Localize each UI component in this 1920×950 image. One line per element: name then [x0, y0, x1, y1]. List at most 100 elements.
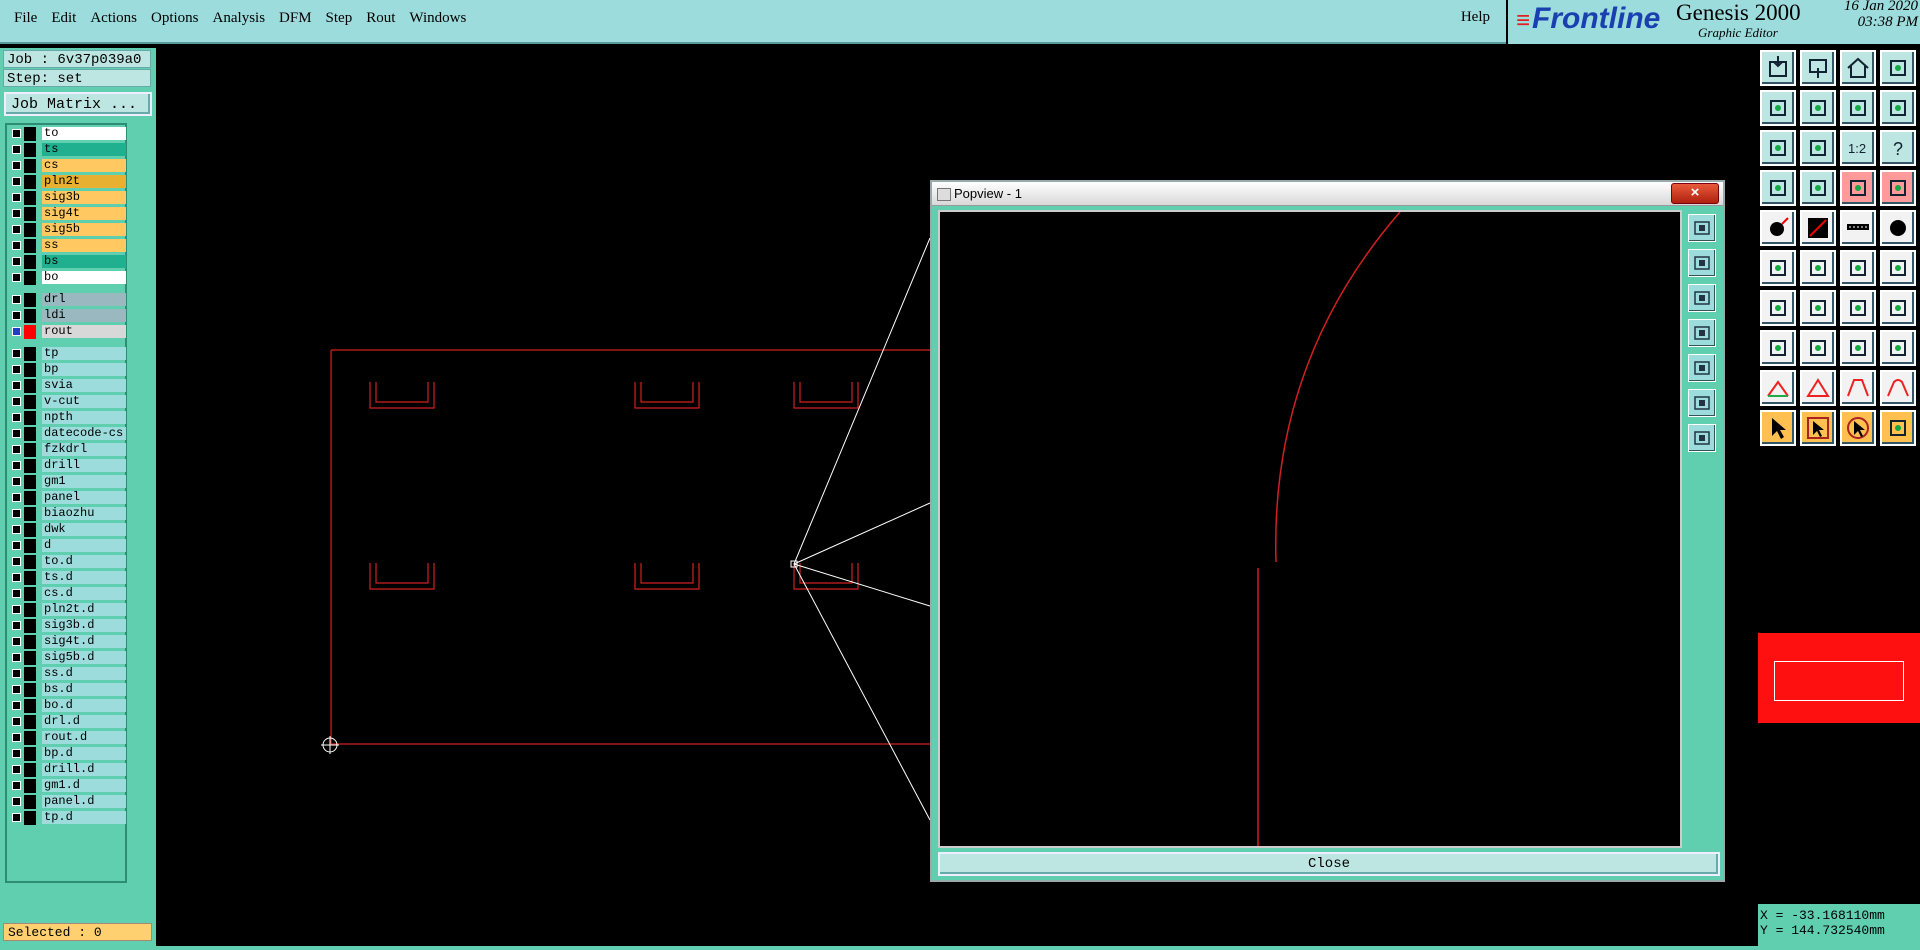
layer-checkbox[interactable] — [12, 429, 21, 438]
layer-row[interactable]: ldi — [9, 309, 126, 323]
layer-name[interactable]: bp.d — [42, 747, 126, 760]
layer-checkbox[interactable] — [12, 701, 21, 710]
layer-checkbox[interactable] — [12, 225, 21, 234]
layer-checkbox[interactable] — [12, 161, 21, 170]
layer-checkbox[interactable] — [12, 525, 21, 534]
layer-color-swatch[interactable] — [24, 379, 36, 393]
layer-color-swatch[interactable] — [24, 175, 36, 189]
layer-checkbox[interactable] — [12, 573, 21, 582]
add-pad-icon[interactable] — [1760, 210, 1796, 246]
layer-name[interactable]: panel — [42, 491, 126, 504]
layer-row[interactable]: d — [9, 539, 126, 553]
layer-checkbox[interactable] — [12, 349, 21, 358]
layer-color-swatch[interactable] — [24, 667, 36, 681]
add-line-icon[interactable] — [1800, 210, 1836, 246]
layer-checkbox[interactable] — [12, 781, 21, 790]
layer-row[interactable]: drl.d — [9, 715, 126, 729]
layer-row[interactable]: tp.d — [9, 811, 126, 825]
layer-name[interactable]: bs.d — [42, 683, 126, 696]
layer-row[interactable]: to — [9, 127, 126, 141]
layer-name[interactable]: ldi — [42, 309, 126, 322]
move-left-icon[interactable] — [1760, 90, 1796, 126]
layer-name[interactable]: bo — [42, 271, 126, 284]
job-matrix-button[interactable]: Job Matrix ... — [4, 92, 152, 116]
layer-row[interactable]: gm1 — [9, 475, 126, 489]
layer-row[interactable]: datecode-cs — [9, 427, 126, 441]
layer-row[interactable]: ts.d — [9, 571, 126, 585]
layer-name[interactable]: dwk — [42, 523, 126, 536]
layer-color-swatch[interactable] — [24, 271, 36, 285]
layer-name[interactable]: v-cut — [42, 395, 126, 408]
layer-checkbox[interactable] — [12, 589, 21, 598]
layer-color-swatch[interactable] — [24, 239, 36, 253]
layer-name[interactable]: to — [42, 127, 126, 140]
layer-checkbox[interactable] — [12, 733, 21, 742]
layer-checkbox[interactable] — [12, 311, 21, 320]
menu-actions[interactable]: Actions — [90, 10, 137, 27]
measure-icon[interactable] — [1760, 170, 1796, 206]
layer-name[interactable]: drill.d — [42, 763, 126, 776]
layer-row[interactable]: biaozhu — [9, 507, 126, 521]
menu-file[interactable]: File — [14, 10, 37, 27]
draw-line-icon[interactable] — [1760, 290, 1796, 326]
layer-name[interactable]: sig4t — [42, 207, 126, 220]
layer-color-swatch[interactable] — [24, 207, 36, 221]
layer-color-swatch[interactable] — [24, 491, 36, 505]
popview-title-bar[interactable]: Popview - 1 — [932, 182, 1723, 206]
layer-color-swatch[interactable] — [24, 683, 36, 697]
snap-icon[interactable] — [1840, 330, 1876, 366]
mirror-icon[interactable] — [1880, 90, 1916, 126]
menu-step[interactable]: Step — [326, 10, 353, 27]
layer-row[interactable]: fzkdrl — [9, 443, 126, 457]
layer-row[interactable]: svia — [9, 379, 126, 393]
layer-color-swatch[interactable] — [24, 347, 36, 361]
draw-diag-icon[interactable] — [1800, 290, 1836, 326]
layer-checkbox[interactable] — [12, 209, 21, 218]
layer-row[interactable]: panel — [9, 491, 126, 505]
popview-window[interactable]: Popview - 1 × Close — [930, 180, 1725, 882]
close-window-button[interactable]: × — [1671, 183, 1719, 204]
zoom-out-icon[interactable] — [1688, 284, 1716, 312]
layer-color-swatch[interactable] — [24, 309, 36, 323]
layer-name[interactable]: ss — [42, 239, 126, 252]
layer-row[interactable]: sig3b.d — [9, 619, 126, 633]
text-icon[interactable] — [1880, 290, 1916, 326]
layer-row[interactable]: sig3b — [9, 191, 126, 205]
home-icon[interactable] — [1840, 50, 1876, 86]
menu-windows[interactable]: Windows — [409, 10, 466, 27]
layer-checkbox[interactable] — [12, 797, 21, 806]
layer-name[interactable]: sig4t.d — [42, 635, 126, 648]
layer-name[interactable]: cs.d — [42, 587, 126, 600]
rotate-icon[interactable] — [1840, 90, 1876, 126]
layer-checkbox[interactable] — [12, 381, 21, 390]
layer-color-swatch[interactable] — [24, 411, 36, 425]
fit-screen-icon[interactable] — [1688, 389, 1716, 417]
select-icon[interactable] — [1760, 410, 1796, 446]
menu-rout[interactable]: Rout — [366, 10, 395, 27]
layer-checkbox[interactable] — [12, 177, 21, 186]
arch-icon[interactable] — [1880, 370, 1916, 406]
triangle-icon[interactable] — [1800, 370, 1836, 406]
layer-checkbox[interactable] — [12, 685, 21, 694]
help-menu[interactable]: Help — [1461, 9, 1490, 26]
layer-color-swatch[interactable] — [24, 587, 36, 601]
select-circle-icon[interactable] — [1840, 410, 1876, 446]
pan-left-icon[interactable] — [1688, 319, 1716, 347]
zoom-center-icon[interactable] — [1800, 130, 1836, 166]
layer-name[interactable]: sig3b.d — [42, 619, 126, 632]
group-icon[interactable] — [1880, 330, 1916, 366]
layer-color-swatch[interactable] — [24, 325, 36, 339]
layer-checkbox[interactable] — [12, 493, 21, 502]
layer-row[interactable]: bo.d — [9, 699, 126, 713]
layer-row[interactable]: ss.d — [9, 667, 126, 681]
layer-color-swatch[interactable] — [24, 603, 36, 617]
layer-row[interactable]: sig5b.d — [9, 651, 126, 665]
layer-color-swatch[interactable] — [24, 427, 36, 441]
layer-color-swatch[interactable] — [24, 523, 36, 537]
layer-checkbox[interactable] — [12, 461, 21, 470]
layer-color-swatch[interactable] — [24, 539, 36, 553]
layer-color-swatch[interactable] — [24, 795, 36, 809]
layer-name[interactable]: cs — [42, 159, 126, 172]
zoom-home-icon[interactable] — [1688, 424, 1716, 452]
layer-color-swatch[interactable] — [24, 619, 36, 633]
